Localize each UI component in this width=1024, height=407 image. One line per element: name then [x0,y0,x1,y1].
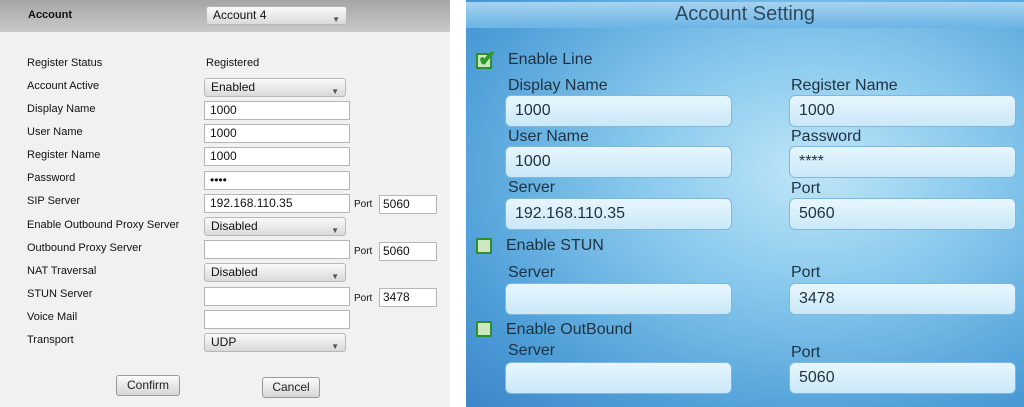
outbound-proxy-port-input[interactable]: 5060 [379,242,437,261]
chevron-down-icon: ▼ [331,87,339,96]
password-label: Password [27,172,76,184]
user-name-label: User Name [27,126,83,138]
sip-account-panel: Account Account 4 ▼ Register Status Regi… [0,0,450,407]
account-setting-panel: Account Setting ✔ Enable Line Display Na… [466,0,1024,407]
display-name-label: Display Name [508,77,608,94]
stun-port-label: Port [354,293,373,304]
register-name-input[interactable]: 1000 [789,95,1016,127]
account-label: Account [28,9,72,21]
account-select[interactable]: Account 4 ▼ [206,6,347,25]
port-label: Port [791,180,821,197]
user-name-label: User Name [508,128,589,145]
chevron-down-icon: ▼ [331,342,339,351]
sip-server-input[interactable]: 192.168.110.35 [204,194,350,213]
outbound-server-label: Server [508,342,556,359]
register-name-label: Register Name [791,77,898,94]
nat-traversal-select[interactable]: Disabled ▼ [204,263,346,282]
enable-outbound-checkbox[interactable] [476,321,492,337]
chevron-down-icon: ▼ [331,226,339,235]
voice-mail-input[interactable] [204,310,350,329]
sip-port-label: Port [354,199,373,210]
display-name-label: Display Name [27,103,96,115]
stun-server-input[interactable] [204,287,350,306]
outbound-server-input[interactable] [505,362,732,394]
display-name-input[interactable]: 1000 [505,95,732,127]
enable-stun-checkbox[interactable] [476,238,492,254]
confirm-button[interactable]: Confirm [116,375,180,396]
register-status-value: Registered [206,57,260,69]
password-input[interactable]: •••• [204,171,350,190]
nat-traversal-value: Disabled [211,265,258,279]
chevron-down-icon: ▼ [331,272,339,281]
enable-line-checkbox[interactable]: ✔ [476,46,496,71]
account-active-select[interactable]: Enabled ▼ [204,78,346,97]
server-label: Server [508,179,556,196]
register-name-input[interactable]: 1000 [204,147,350,166]
stun-server-label: Server [508,264,556,281]
outbound-proxy-enable-label: Enable Outbound Proxy Server [27,219,180,231]
stun-port-input[interactable]: 3478 [789,283,1016,315]
outbound-proxy-server-label: Outbound Proxy Server [27,242,142,254]
account-active-value: Enabled [211,80,256,94]
transport-label: Transport [27,334,74,346]
stun-port-label: Port [791,264,821,281]
user-name-input[interactable]: 1000 [204,124,350,143]
outbound-proxy-enable-select[interactable]: Disabled ▼ [204,217,346,236]
stun-port-input[interactable]: 3478 [379,288,437,307]
stun-server-input[interactable] [505,283,732,315]
checkmark-icon: ✔ [478,46,497,71]
chevron-down-icon: ▼ [332,15,340,24]
enable-outbound-label: Enable OutBound [506,321,633,338]
password-label: Password [791,128,862,145]
register-status-label: Register Status [27,57,103,69]
stun-server-label: STUN Server [27,288,93,300]
display-name-input[interactable]: 1000 [204,101,350,120]
port-input[interactable]: 5060 [789,198,1016,230]
password-input[interactable]: **** [789,146,1016,178]
account-select-value: Account 4 [213,8,267,22]
nat-traversal-label: NAT Traversal [27,265,97,277]
transport-value: UDP [211,335,237,349]
sip-server-label: SIP Server [27,195,80,207]
account-header-bar: Account Account 4 ▼ [0,0,450,32]
cancel-button[interactable]: Cancel [262,377,320,398]
outbound-port-label: Port [791,344,821,361]
sip-port-input[interactable]: 5060 [379,195,437,214]
user-name-input[interactable]: 1000 [505,146,732,178]
page-title: Account Setting [466,2,1024,28]
register-name-label: Register Name [27,149,101,161]
server-input[interactable]: 192.168.110.35 [505,198,732,230]
outbound-proxy-server-input[interactable] [204,240,350,259]
account-active-label: Account Active [27,80,100,92]
enable-line-label: Enable Line [508,51,593,68]
enable-stun-label: Enable STUN [506,237,604,254]
outbound-proxy-enable-value: Disabled [211,219,258,233]
voice-mail-label: Voice Mail [27,311,78,323]
outbound-port-input[interactable]: 5060 [789,362,1016,394]
transport-select[interactable]: UDP ▼ [204,333,346,352]
outbound-proxy-port-label: Port [354,246,373,257]
